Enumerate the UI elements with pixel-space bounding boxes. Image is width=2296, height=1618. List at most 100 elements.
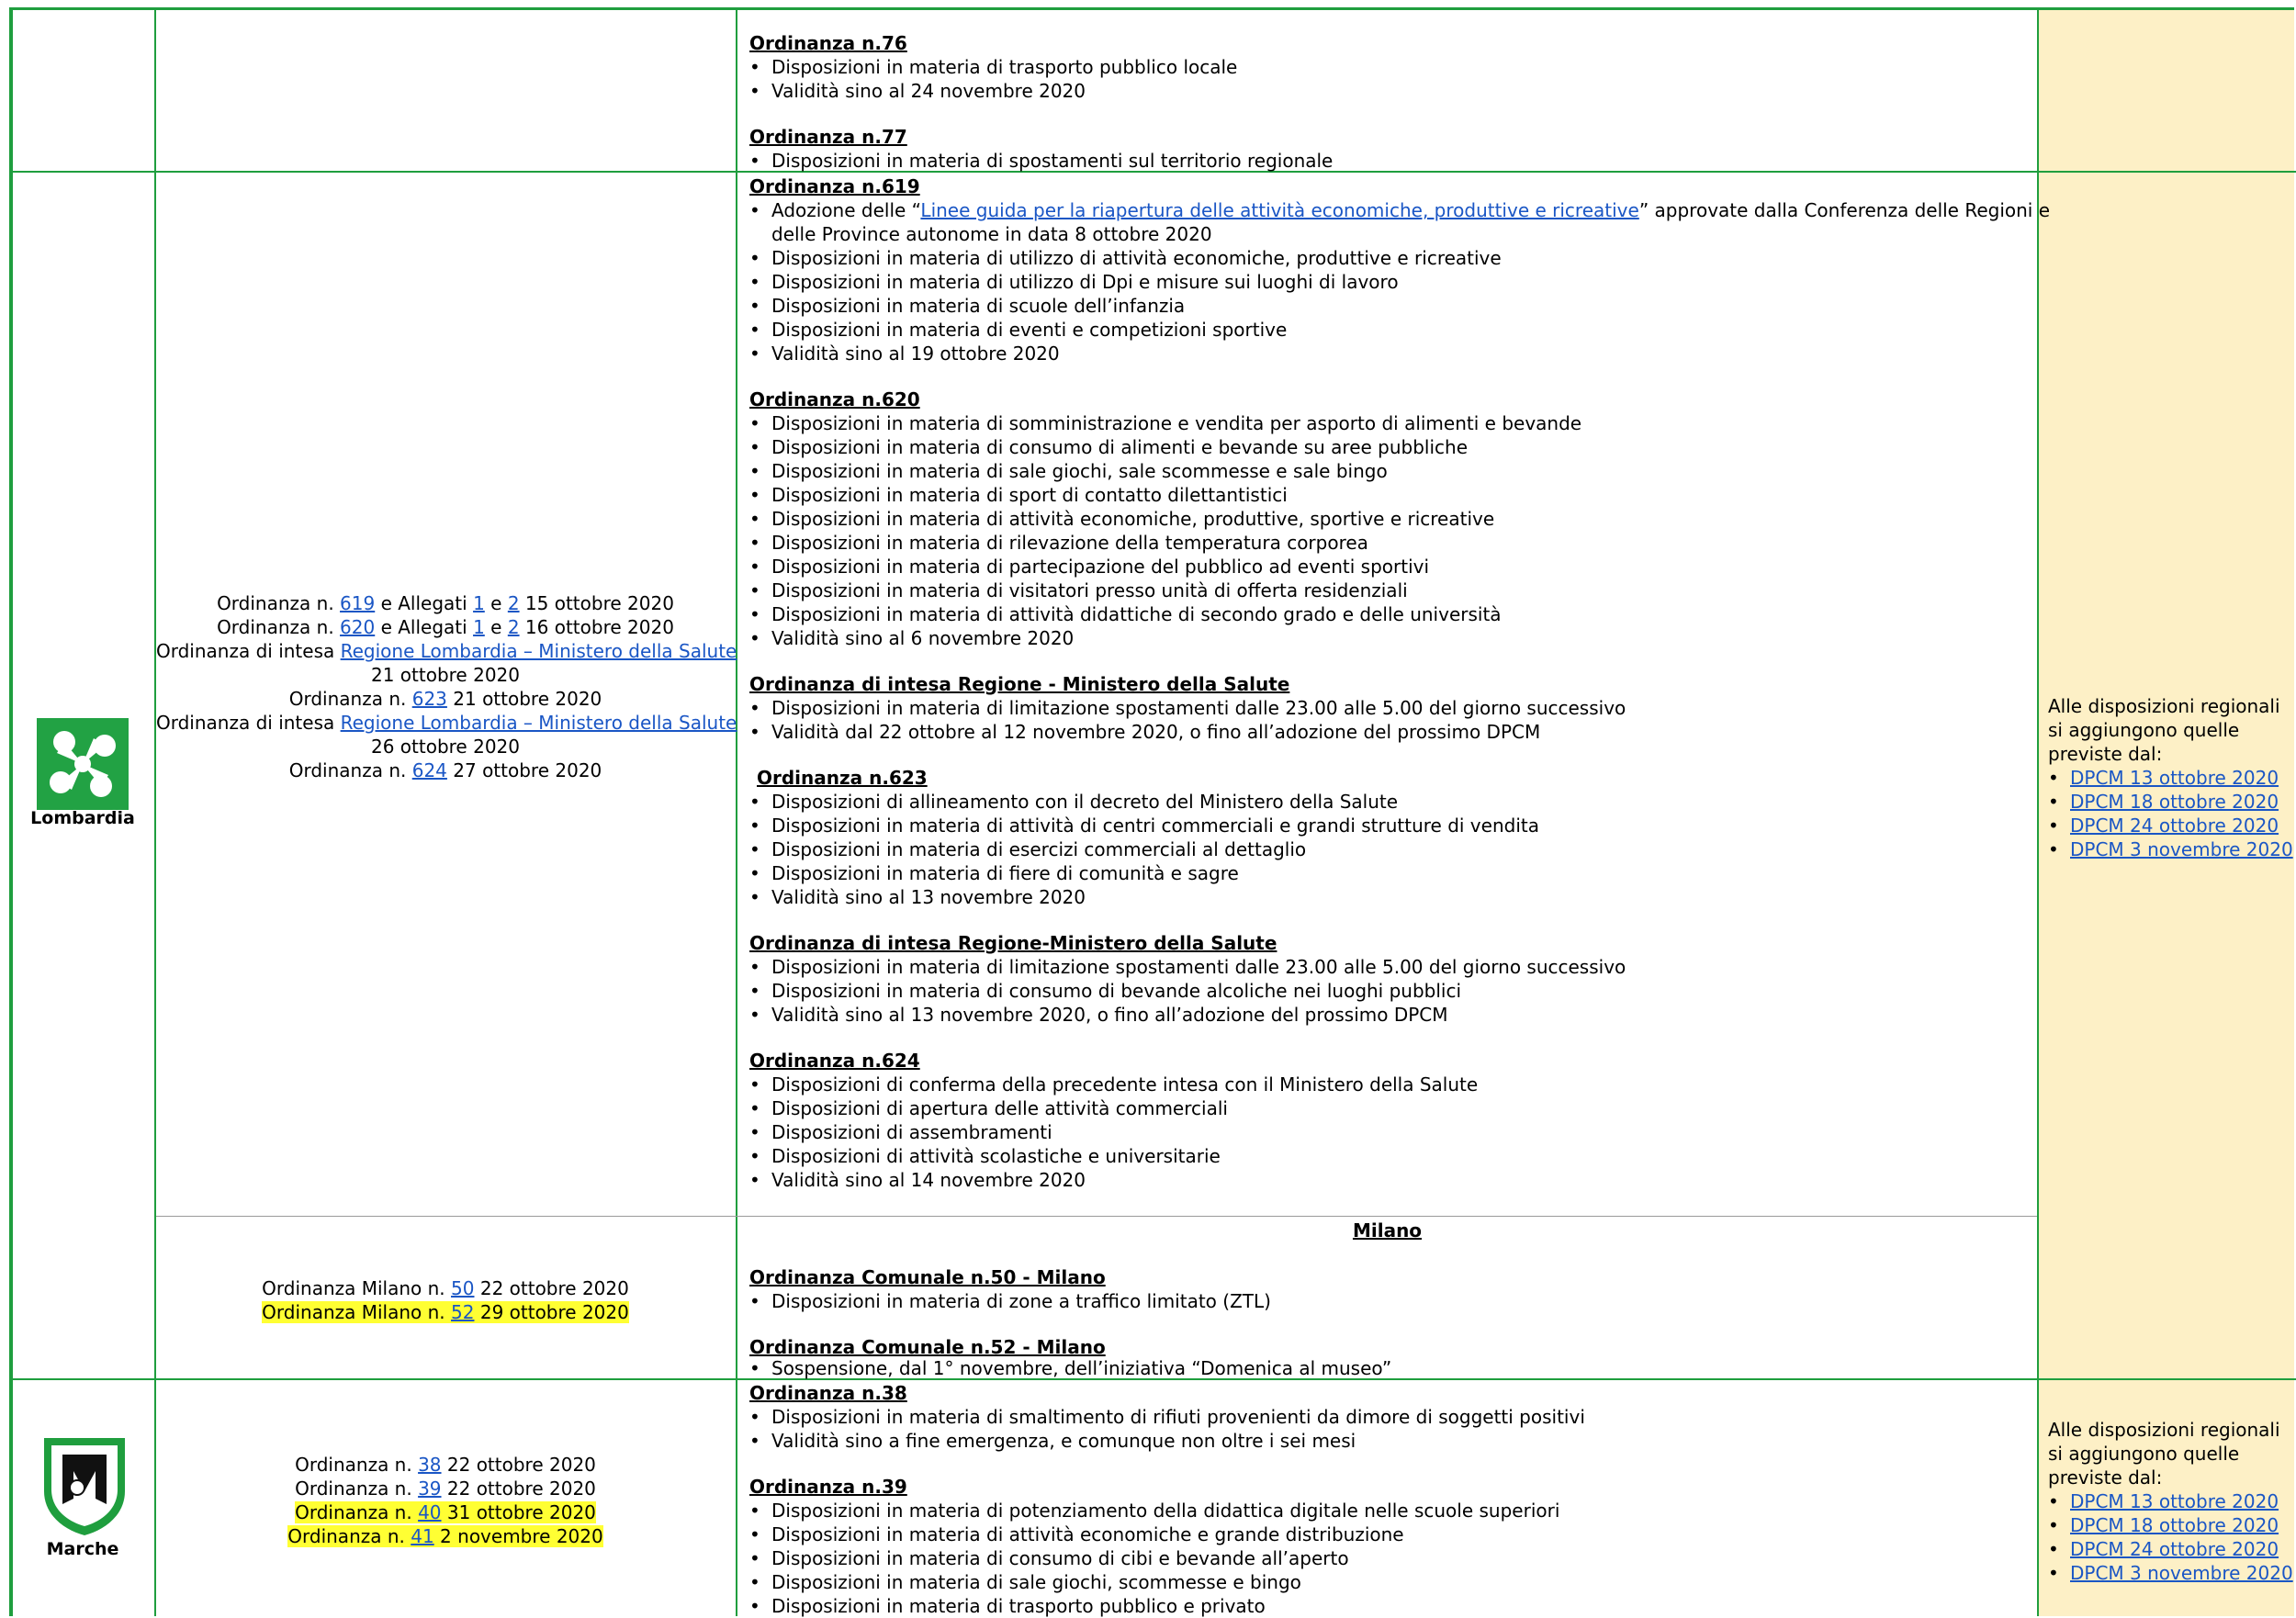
link-ordinanza-624[interactable]: 624: [412, 759, 447, 781]
ref-row-highlighted: Ordinanza Milano n. 52 29 ottobre 2020: [262, 1301, 629, 1323]
ref-row-highlighted: Ordinanza n. 41 2 novembre 2020: [287, 1525, 603, 1547]
list-item: • Disposizioni in materia di potenziament…: [749, 1500, 1560, 1522]
marche-logo: [40, 1434, 129, 1537]
list-item: • Disposizioni in materia di attività eco…: [749, 1523, 1404, 1545]
link-dpcm-3-novembre[interactable]: DPCM 3 novembre 2020: [2070, 838, 2293, 860]
link-ordinanza-41[interactable]: 41: [411, 1525, 433, 1547]
list-item: • Disposizioni in materia di utilizzo di …: [749, 271, 1399, 293]
list-item: • Disposizioni di attività scolastiche e …: [749, 1145, 1221, 1167]
list-item: • Disposizioni in materia di trasporto pu…: [749, 56, 1238, 78]
dpcm-item: • DPCM 3 novembre 2020: [2048, 1562, 2293, 1584]
link-linee-guida[interactable]: Linee guida per la riapertura delle atti…: [920, 199, 1638, 221]
list-item: • Disposizioni in materia di zone a traff…: [749, 1290, 1271, 1312]
col-divider-3: [2037, 7, 2039, 1616]
ref-row: Ordinanza n. 39 22 ottobre 2020: [295, 1478, 596, 1500]
list-item: • Disposizioni in materia di limitazione …: [749, 697, 1626, 719]
list-item: • Disposizioni in materia di attività di …: [749, 815, 1539, 837]
list-item: • Disposizioni in materia di attività eco…: [749, 508, 1495, 530]
o619-title: Ordinanza n.619: [749, 175, 920, 197]
milano-heading: Milano: [1352, 1219, 1423, 1242]
list-item: • Validità sino al 19 ottobre 2020: [749, 343, 1060, 365]
notes-line: previste dal:: [2048, 1466, 2163, 1489]
link-ordinanza-619[interactable]: 619: [340, 592, 375, 614]
ordinances-table: Ordinanza n.76 • Disposizioni in materia …: [0, 0, 2296, 1617]
ref-row: Ordinanza Milano n. 50 22 ottobre 2020: [262, 1277, 629, 1299]
list-item-cont: delle Province autonome in data 8 ottobr…: [771, 223, 1212, 245]
ref-row-highlighted: Ordinanza n. 40 31 ottobre 2020: [295, 1501, 596, 1523]
marche-crest-icon: [44, 1438, 125, 1535]
list-item: • Disposizioni in materia di scuole dell’…: [749, 295, 1186, 317]
link-dpcm-24-ottobre[interactable]: DPCM 24 ottobre 2020: [2070, 1538, 2279, 1560]
list-item: • Validità dal 22 ottobre al 12 novembre …: [749, 721, 1541, 743]
ref-row: Ordinanza di intesa Regione Lombardia – …: [156, 640, 737, 662]
link-ordinanza-milano-52[interactable]: 52: [451, 1301, 474, 1323]
lombardia-rose-icon: [37, 718, 129, 810]
list-item: • Disposizioni in materia di utilizzo di …: [749, 247, 1502, 269]
link-ordinanza-620[interactable]: 620: [340, 616, 375, 638]
notes-line: Alle disposizioni regionali: [2048, 695, 2280, 717]
list-item: • Disposizioni di apertura delle attività…: [749, 1097, 1228, 1119]
list-item: • Disposizioni in materia di sport di con…: [749, 484, 1288, 506]
list-item: • Disposizioni in materia di trasporto pu…: [749, 1595, 1266, 1617]
link-allegato-1[interactable]: 1: [473, 616, 485, 638]
link-dpcm-18-ottobre[interactable]: DPCM 18 ottobre 2020: [2070, 791, 2279, 813]
o620-title: Ordinanza n.620: [749, 388, 920, 410]
list-item: • Disposizioni di allineamento con il dec…: [749, 791, 1399, 813]
list-item: • Disposizioni in materia di consumo di b…: [749, 980, 1462, 1002]
list-item: • Disposizioni in materia di spostamenti …: [749, 150, 1334, 172]
list-item: • Validità sino a fine emergenza, e comun…: [749, 1430, 1356, 1452]
link-allegato-2[interactable]: 2: [508, 592, 520, 614]
ref-row: Ordinanza n. 624 27 ottobre 2020: [288, 759, 602, 781]
o623-title: Ordinanza n.623: [757, 767, 928, 789]
ref-row: Ordinanza n. 38 22 ottobre 2020: [295, 1454, 596, 1476]
list-item: • Disposizioni di conferma della preceden…: [749, 1073, 1479, 1096]
ref-row: Ordinanza n. 620 e Allegati 1 e 2 16 ott…: [217, 616, 674, 638]
ref-date: 26 ottobre 2020: [370, 736, 520, 758]
list-item: • Adozione delle “Linee guida per la riap…: [749, 199, 2051, 221]
list-item: • Disposizioni in materia di consumo di a…: [749, 436, 1469, 458]
link-ordinanza-623[interactable]: 623: [412, 688, 447, 710]
list-item: • Disposizioni in materia di somministraz…: [749, 412, 1582, 434]
link-dpcm-3-novembre[interactable]: DPCM 3 novembre 2020: [2070, 1562, 2293, 1584]
ref-date: 21 ottobre 2020: [370, 664, 520, 686]
list-item: • Disposizioni in materia di sale giochi,…: [749, 1571, 1301, 1593]
link-allegato-1[interactable]: 1: [473, 592, 485, 614]
link-ordinanza-38[interactable]: 38: [418, 1454, 441, 1476]
ref-row: Ordinanza n. 623 21 ottobre 2020: [288, 688, 602, 710]
dpcm-item: • DPCM 18 ottobre 2020: [2048, 1514, 2279, 1536]
list-item: • Disposizioni in materia di esercizi com…: [749, 838, 1307, 860]
link-dpcm-18-ottobre[interactable]: DPCM 18 ottobre 2020: [2070, 1514, 2279, 1536]
dpcm-item: • DPCM 13 ottobre 2020: [2048, 1490, 2279, 1512]
link-dpcm-13-ottobre[interactable]: DPCM 13 ottobre 2020: [2070, 767, 2279, 789]
intesa2-title: Ordinanza di intesa Regione-Ministero de…: [749, 932, 1277, 954]
notes-line: Alle disposizioni regionali: [2048, 1419, 2280, 1441]
o624-title: Ordinanza n.624: [749, 1050, 920, 1072]
list-item: • Validità sino al 24 novembre 2020: [749, 80, 1086, 102]
region-name-marche: Marche: [46, 1539, 119, 1559]
list-item: • Disposizioni in materia di smaltimento …: [749, 1406, 1585, 1428]
ref-row: Ordinanza n. 619 e Allegati 1 e 2 15 ott…: [217, 592, 674, 614]
notes-line: si aggiungono quelle: [2048, 719, 2240, 741]
c50-title: Ordinanza Comunale n.50 - Milano: [749, 1266, 1106, 1288]
list-item: • Disposizioni di assembramenti: [749, 1121, 1052, 1143]
link-ordinanza-40[interactable]: 40: [418, 1501, 441, 1523]
list-item: • Disposizioni in materia di visitatori p…: [749, 579, 1408, 601]
list-item: • Disposizioni in materia di rilevazione …: [749, 532, 1368, 554]
link-ordinanza-milano-50[interactable]: 50: [451, 1277, 474, 1299]
link-allegato-2[interactable]: 2: [508, 616, 520, 638]
ref-row: Ordinanza di intesa Regione Lombardia – …: [156, 712, 737, 734]
list-item: • Disposizioni in materia di consumo di c…: [749, 1547, 1349, 1569]
list-item: • Validità sino al 6 novembre 2020: [749, 627, 1075, 649]
o39-title: Ordinanza n.39: [749, 1476, 907, 1498]
dpcm-item: • DPCM 24 ottobre 2020: [2048, 815, 2279, 837]
link-intesa-regione-ministero[interactable]: Regione Lombardia – Ministero della Salu…: [341, 712, 737, 734]
list-item: • Disposizioni in materia di sale giochi,…: [749, 460, 1388, 482]
link-dpcm-24-ottobre[interactable]: DPCM 24 ottobre 2020: [2070, 815, 2279, 837]
link-intesa-regione-ministero[interactable]: Regione Lombardia – Ministero della Salu…: [341, 640, 737, 662]
link-ordinanza-39[interactable]: 39: [418, 1478, 441, 1500]
intesa1-title: Ordinanza di intesa Regione - Ministero …: [749, 673, 1290, 695]
link-dpcm-13-ottobre[interactable]: DPCM 13 ottobre 2020: [2070, 1490, 2279, 1512]
list-item: • Disposizioni in materia di attività did…: [749, 603, 1502, 625]
col-divider-2: [736, 7, 737, 1616]
list-item: • Validità sino al 14 novembre 2020: [749, 1169, 1086, 1191]
